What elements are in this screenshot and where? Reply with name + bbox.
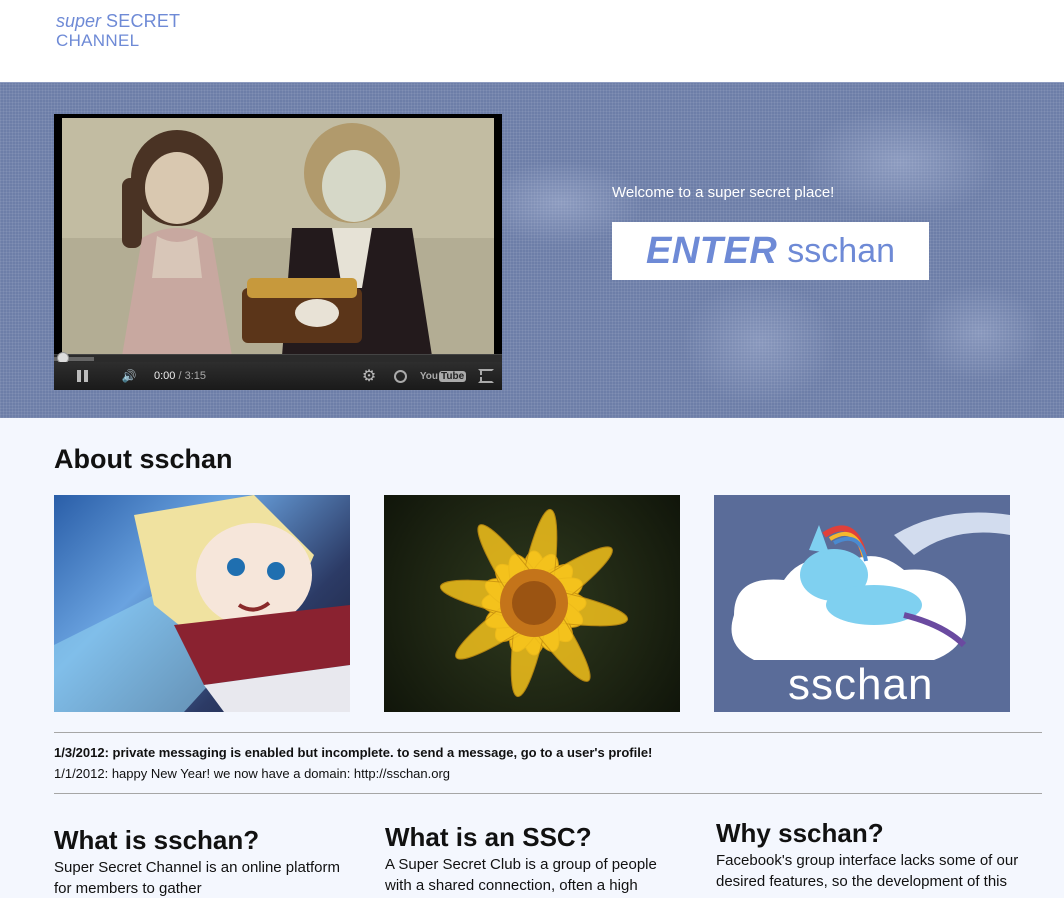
video-time: 0:00 / 3:15 <box>154 367 206 385</box>
enter-button-big-text: ENTER <box>645 229 778 272</box>
column-body: Super Secret Channel is an online platfo… <box>54 859 340 897</box>
youtube-logo-tube: Tube <box>439 370 467 382</box>
video-time-current: 0:00 <box>154 370 176 382</box>
volume-icon[interactable]: 🔊 <box>118 367 140 385</box>
top-header: super SECRET CHANNEL <box>0 0 1064 82</box>
column-body: A Super Secret Club is a group of people… <box>385 856 657 894</box>
info-column-why-sschan: Why sschan? Facebook's group interface l… <box>716 818 1046 892</box>
column-heading: What is an SSC? <box>385 822 592 852</box>
video-progress-bar[interactable] <box>54 352 502 364</box>
enter-sschan-button[interactable]: ENTER sschan <box>612 222 929 280</box>
about-heading: About sschan <box>54 444 233 474</box>
enter-button-small-text: sschan <box>787 231 896 270</box>
video-time-total: / 3:15 <box>178 370 207 382</box>
anime-illustration <box>54 495 350 712</box>
divider-top <box>54 732 1042 733</box>
about-image-flower <box>384 495 680 712</box>
divider-bottom <box>54 793 1042 794</box>
logo-line-1: super SECRET <box>56 12 180 31</box>
pause-icon[interactable] <box>74 367 90 385</box>
video-still-image <box>62 118 494 356</box>
logo-secret-text: SECRET <box>106 11 181 31</box>
youtube-logo[interactable]: You Tube <box>420 367 467 385</box>
logo-channel-text: CHANNEL <box>56 31 140 50</box>
video-frame[interactable] <box>62 118 494 356</box>
column-heading: Why sschan? <box>716 818 884 848</box>
news-item: 1/3/2012: private messaging is enabled b… <box>54 745 653 760</box>
about-image-anime <box>54 495 350 712</box>
site-logo[interactable]: super SECRET CHANNEL <box>56 12 180 51</box>
video-player[interactable]: 🔊 0:00 / 3:15 ⚙ You Tube <box>54 114 502 390</box>
news-item: 1/1/2012: happy New Year! we now have a … <box>54 766 451 781</box>
gear-icon[interactable]: ⚙ <box>360 367 378 385</box>
welcome-text: Welcome to a super secret place! <box>612 184 835 201</box>
flower-photo <box>439 508 629 698</box>
column-heading: What is sschan? <box>54 825 260 855</box>
watch-later-icon[interactable] <box>392 367 408 385</box>
sschan-logo-text: sschan <box>788 660 934 709</box>
column-body: Facebook's group interface lacks some of… <box>716 852 1019 890</box>
about-image-logo: sschan <box>714 495 1010 712</box>
fullscreen-icon[interactable] <box>476 367 496 385</box>
info-column-what-is-ssc: What is an SSC? A Super Secret Club is a… <box>385 822 685 896</box>
video-controls: 🔊 0:00 / 3:15 ⚙ You Tube <box>54 362 502 390</box>
logo-super-text: super <box>56 11 102 31</box>
youtube-logo-you: You <box>419 370 438 382</box>
info-column-what-is-sschan: What is sschan? Super Secret Channel is … <box>54 825 354 898</box>
